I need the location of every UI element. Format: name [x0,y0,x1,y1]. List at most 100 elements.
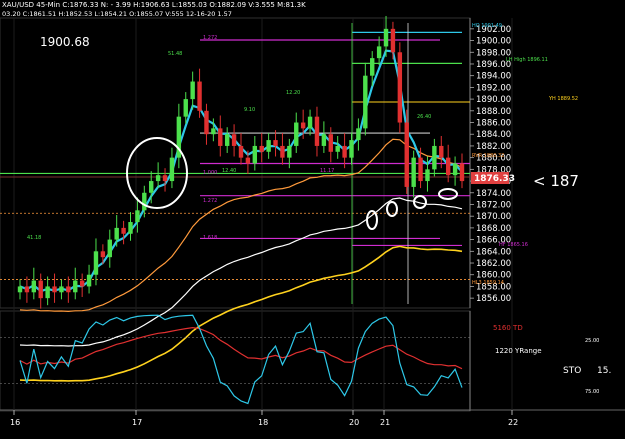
last-price-value: 1876.33 [474,174,515,184]
candle-body [259,145,264,152]
arrow-price-label: < 187 [533,172,579,190]
price-tick-label: 1862.00 [476,259,511,269]
candle-body [432,145,437,170]
candle-body [197,81,202,111]
candle-body [363,75,368,129]
candle-body [418,157,423,182]
price-tick-label: 1890.00 [476,95,511,105]
candle-body [452,163,458,176]
candle-body [349,140,354,158]
candle-body [370,58,375,76]
price-chart[interactable]: 1856.001858.001860.001862.001864.001866.… [0,0,625,439]
sto-line [19,314,463,405]
candle-body [211,128,216,135]
price-tick-label: 1884.00 [476,130,511,140]
candle-body [280,145,285,158]
candle-body [439,145,444,158]
candle-body [100,251,106,258]
candle-body [162,175,168,182]
price-tick-label: 1886.00 [476,119,511,129]
candle-body [300,122,306,129]
small-label: 11.17 [320,168,334,174]
fib-label: 1.272 [203,198,217,204]
candle-body [376,46,382,59]
candle-body [252,145,258,164]
candle-body [135,210,140,223]
candle-body [238,145,244,158]
candles [17,15,465,309]
candle-body [383,28,389,47]
candle-body [114,227,119,240]
small-label: 12.40 [222,168,236,174]
time-tick-label: 17 [132,418,142,427]
hi-label: HO 1901.49 [472,23,502,29]
candle-body [445,157,451,176]
price-tick-label: 1882.00 [476,142,511,152]
lh-label: LH High 1896.11 [506,57,548,63]
price-tick-label: 1892.00 [476,83,511,93]
fib-label: 1.272 [203,35,217,41]
time-tick-label: 18 [258,418,268,427]
grid [13,18,513,410]
candle-body [93,251,99,275]
candle-body [307,116,313,129]
candle-body [66,286,71,293]
candle-body [273,140,278,146]
price-tick-label: 1894.00 [476,72,511,82]
candle-body [390,28,396,53]
osc-tick: 25.00 [585,338,599,344]
candle-body [397,52,403,123]
td-label: 5160 TD [493,324,523,332]
candle-body [335,145,340,152]
candle-body [266,140,271,152]
ma-white-line [19,197,463,347]
candle-body [155,175,161,182]
candle-body [38,280,43,299]
candle-body [73,280,78,293]
time-tick-label: 16 [10,418,20,427]
annotation-circle-small [438,188,458,200]
candle-body [52,286,57,293]
candle-body [142,192,147,211]
yh-label: YH 1889.52 [548,96,578,102]
candle-body [294,122,299,146]
ema-slow-line [19,138,463,313]
candle-body [24,286,30,293]
hl3-label: HL3 1859.14 [472,280,504,286]
candle-body [411,157,416,187]
sto-value: 15. [597,366,611,376]
ema-fast-line [19,49,463,293]
price-tick-label: 1868.00 [476,224,511,234]
price-tick-label: 1864.00 [476,247,511,257]
price-tick-label: 1870.00 [476,212,511,222]
candle-body [169,157,175,182]
fib-label: 1.000 [203,170,217,176]
candle-body [79,280,85,287]
candle-body [321,134,327,146]
time-tick-label: 21 [380,418,390,427]
sto-label: STO [563,366,581,376]
candle-body [45,286,50,299]
candle-body [245,157,251,164]
candle-body [190,81,195,100]
big-price-label: 1900.68 [40,35,90,49]
price-axis: 1856.001858.001860.001862.001864.001866.… [470,25,511,304]
candle-body [86,274,92,287]
price-tick-label: 1900.00 [476,37,511,47]
candle-body [128,222,133,234]
annotation-circle-small [366,210,378,230]
candle-body [121,227,126,234]
candle-body [17,286,23,293]
candle-body [204,110,209,135]
candle-body [31,280,37,293]
candle-body [342,145,347,158]
time-tick-label: 22 [508,418,518,427]
candle-body [425,169,430,182]
time-tick-label: 20 [349,418,359,427]
candle-body [224,134,230,146]
yrange-label: 1220 YRange [495,347,542,355]
osc-tick: 75.00 [585,389,599,395]
candle-body [231,134,237,146]
ma-yellow-line [19,245,463,382]
candle-body [59,286,64,293]
